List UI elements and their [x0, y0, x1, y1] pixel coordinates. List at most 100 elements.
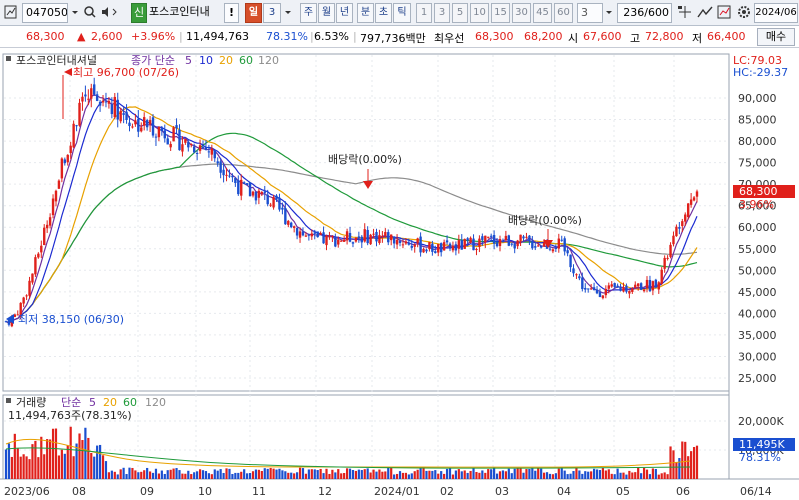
volume-bar: [531, 468, 534, 479]
stock-code-input[interactable]: 047050: [22, 3, 68, 23]
credit-badge: 신: [131, 3, 147, 23]
volume-bar: [134, 470, 137, 479]
candle-body: [101, 100, 105, 103]
volume-bar: [628, 470, 631, 479]
indicator-icon[interactable]: [715, 3, 733, 23]
search-icon[interactable]: [82, 3, 98, 23]
candle-body: [651, 281, 655, 291]
tab-year[interactable]: 년: [336, 3, 353, 23]
volume-legend-ma20: 20: [103, 396, 117, 409]
stock-name[interactable]: 포스코인터내: [149, 3, 219, 23]
divider: |: [179, 30, 183, 43]
data-count-field[interactable]: 236/600: [617, 3, 672, 23]
price-tick-label: 40,000: [738, 307, 777, 320]
candle-body: [663, 257, 666, 269]
candle-body: [492, 235, 496, 244]
alert-button[interactable]: !: [224, 3, 239, 23]
volume-bar: [366, 468, 369, 479]
volume-bar: [66, 445, 69, 479]
trend-line-icon[interactable]: [696, 3, 714, 23]
data-count-total: /600: [644, 6, 669, 19]
candle-body: [681, 221, 684, 227]
volume-bar: [448, 468, 452, 479]
tab-day[interactable]: 일: [245, 3, 262, 23]
candle-body: [122, 113, 125, 115]
tab-week[interactable]: 주: [300, 3, 317, 23]
volume-bar: [375, 471, 378, 479]
volume-bar: [213, 469, 216, 479]
volume-bar: [507, 468, 510, 479]
dropdown-arrow-icon[interactable]: [69, 3, 81, 23]
tab-second[interactable]: 초: [375, 3, 392, 23]
volume-bar: [237, 472, 240, 479]
interval-45[interactable]: 45: [533, 3, 552, 23]
candle-body: [407, 242, 411, 245]
interval-5[interactable]: 5: [452, 3, 468, 23]
tab-month[interactable]: 월: [318, 3, 335, 23]
period-count-select[interactable]: 3: [263, 3, 281, 23]
candle-body: [87, 98, 90, 100]
volume-legend-title: 거래량: [16, 396, 46, 409]
candle-body: [204, 147, 208, 150]
interval-30[interactable]: 30: [512, 3, 531, 23]
candle-body: [445, 240, 449, 243]
volume-bar: [401, 472, 405, 479]
volume-bar: [81, 440, 84, 479]
candle-body: [84, 94, 87, 97]
volume-bar: [190, 474, 193, 479]
candle-body: [157, 126, 161, 138]
interval-select[interactable]: 3: [577, 3, 603, 23]
candle-body: [581, 277, 584, 290]
tab-tick[interactable]: 틱: [393, 3, 411, 23]
volume-bar: [116, 474, 119, 479]
buy-button[interactable]: 매수: [757, 28, 795, 46]
crosshair-icon[interactable]: [676, 3, 694, 23]
candle-body: [548, 248, 552, 250]
tab-minute[interactable]: 분: [357, 3, 374, 23]
chart-icon[interactable]: [3, 3, 19, 23]
candle-body: [636, 283, 640, 287]
candle-body: [478, 238, 481, 248]
interval-10[interactable]: 10: [470, 3, 489, 23]
candle-body: [345, 231, 349, 241]
period-dropdown-icon[interactable]: [282, 3, 294, 23]
candle-body: [592, 287, 596, 291]
candle-body: [231, 175, 234, 178]
interval-dropdown-icon[interactable]: [603, 3, 615, 23]
sound-icon[interactable]: [99, 3, 121, 23]
candle-body: [616, 285, 619, 288]
interval-15[interactable]: 15: [491, 3, 510, 23]
candle-body: [660, 269, 663, 284]
candle-body: [686, 203, 690, 218]
candle-body: [148, 120, 152, 125]
candle-body: [151, 117, 155, 136]
volume-bar: [607, 469, 610, 479]
date-field[interactable]: 2024/06: [754, 3, 798, 23]
volume-bar: [160, 470, 163, 479]
price-legend[interactable]: 포스코인터내셔널 종가 단순 5 10 20 60 120: [6, 54, 279, 67]
volume-bar: [431, 470, 434, 479]
interval-1[interactable]: 1: [416, 3, 432, 23]
candle-body: [410, 245, 413, 248]
chart-canvas[interactable]: 90,00085,00080,00075,00070,00065,00060,0…: [0, 49, 799, 500]
volume-bar: [148, 471, 152, 479]
interval-60[interactable]: 60: [554, 3, 573, 23]
candle-body: [669, 244, 672, 257]
stock-chart[interactable]: 90,000 85,000 80,000 75,000 70,000 65,000 60,0…: [0, 49, 799, 500]
candle-body: [81, 96, 84, 102]
candle-body: [610, 284, 613, 287]
volume-value: 11,494,763: [186, 30, 249, 43]
volume-bar: [572, 471, 575, 479]
volume-bar: [110, 470, 113, 479]
candle-body: [240, 179, 243, 196]
candle-body: [184, 139, 187, 143]
volume-bar: [272, 468, 275, 479]
volume-bar: [642, 467, 646, 479]
candle-body: [198, 145, 202, 151]
settings-gear-icon[interactable]: [735, 3, 753, 23]
candle-body: [72, 123, 75, 148]
candle-body: [595, 289, 599, 294]
candle-body: [310, 233, 314, 237]
candle-body: [263, 191, 266, 193]
interval-3[interactable]: 3: [434, 3, 450, 23]
